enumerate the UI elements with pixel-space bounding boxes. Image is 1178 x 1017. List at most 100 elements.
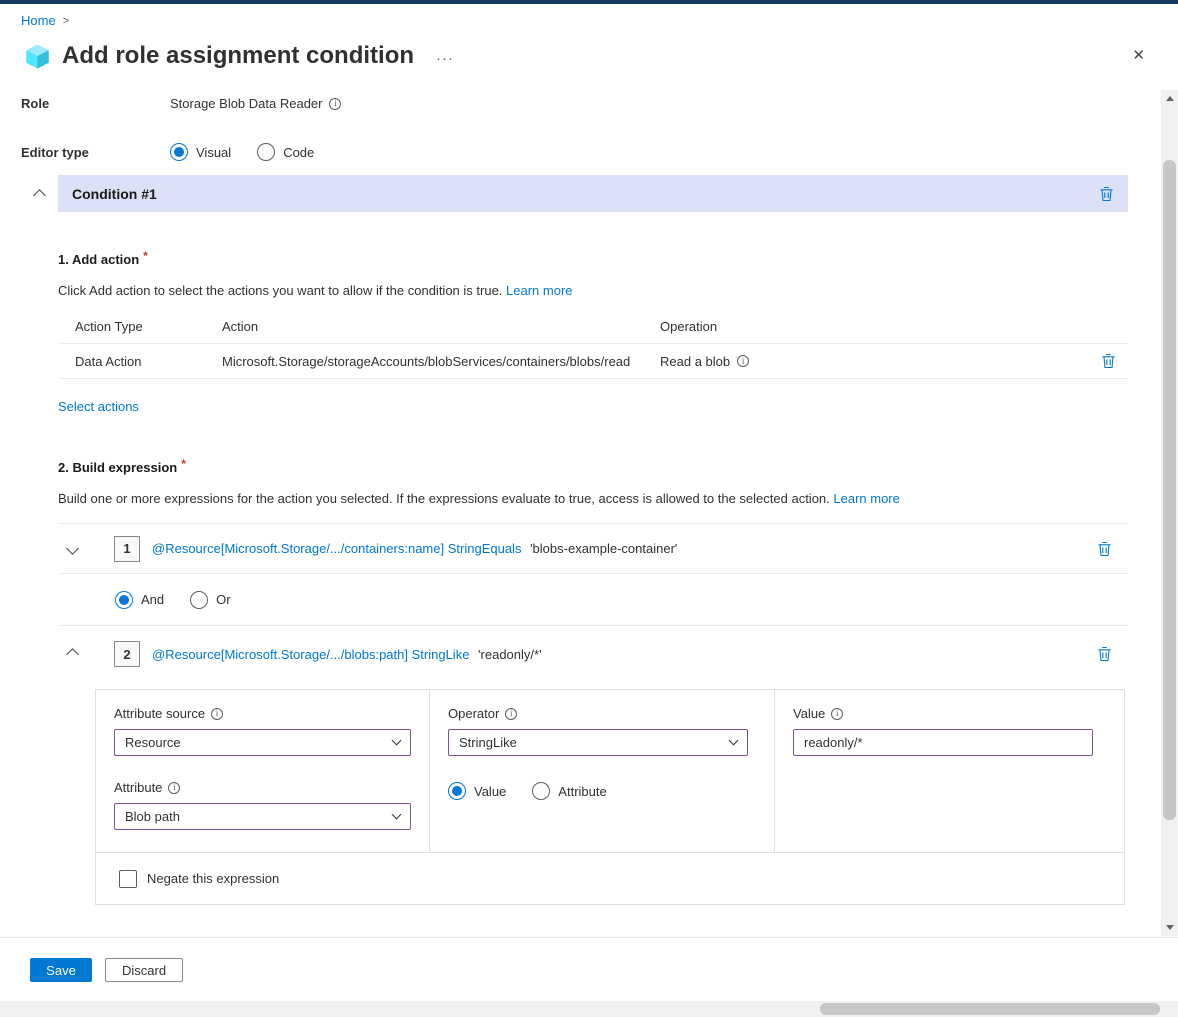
- radio-selected-icon: [170, 143, 188, 161]
- cell-action-type: Data Action: [58, 354, 222, 369]
- logical-operator-row: And Or: [58, 574, 1128, 626]
- editor-type-row: Editor type Visual Code: [21, 143, 1161, 161]
- attribute-source-dropdown[interactable]: Resource: [114, 729, 411, 756]
- info-icon[interactable]: i: [329, 98, 341, 110]
- operator-selected-value: StringLike: [459, 735, 517, 750]
- more-options-button[interactable]: ···: [436, 50, 454, 67]
- value-type-value-radio[interactable]: Value: [448, 782, 506, 800]
- cell-operation: Read a blob i: [660, 354, 1084, 369]
- delete-action-button[interactable]: [1101, 353, 1116, 369]
- chevron-up-icon: [66, 648, 79, 661]
- role-row: Role Storage Blob Data Reader i: [21, 96, 1161, 111]
- close-button[interactable]: ✕: [1132, 46, 1145, 64]
- azure-top-bar: [0, 0, 1178, 4]
- vertical-scrollbar[interactable]: [1161, 90, 1178, 936]
- scroll-down-arrow[interactable]: [1161, 919, 1178, 936]
- build-expression-heading-text: 2. Build expression: [58, 460, 177, 475]
- horizontal-scrollbar-thumb[interactable]: [820, 1003, 1160, 1015]
- expression-1-operator-link[interactable]: StringEquals: [448, 541, 522, 556]
- required-asterisk: *: [181, 457, 186, 471]
- attribute-label-text: Attribute: [114, 780, 162, 795]
- logical-or-radio[interactable]: Or: [190, 591, 230, 609]
- attribute-source-selected-value: Resource: [125, 735, 181, 750]
- negate-expression-row: Negate this expression: [95, 853, 1125, 905]
- attribute-label: Attribute i: [114, 780, 411, 795]
- expression-2-attribute-link[interactable]: @Resource[Microsoft.Storage/.../blobs:pa…: [152, 647, 408, 662]
- editor-type-label: Editor type: [21, 145, 170, 160]
- vertical-scrollbar-thumb[interactable]: [1163, 160, 1176, 820]
- scroll-up-arrow[interactable]: [1161, 90, 1178, 107]
- delete-expression-2-button[interactable]: [1097, 646, 1112, 662]
- trash-icon: [1097, 646, 1112, 662]
- role-label: Role: [21, 96, 170, 111]
- expression-2-operator-link[interactable]: StringLike: [412, 647, 470, 662]
- breadcrumb-separator-icon: >: [63, 15, 69, 27]
- horizontal-scrollbar[interactable]: [0, 1001, 1178, 1017]
- chevron-down-icon: [392, 736, 402, 746]
- delete-condition-button[interactable]: [1099, 186, 1114, 202]
- value-input[interactable]: [793, 729, 1093, 756]
- table-row: Data Action Microsoft.Storage/storageAcc…: [58, 344, 1128, 379]
- build-expression-description: Build one or more expressions for the ac…: [58, 491, 1128, 506]
- trash-icon: [1099, 186, 1114, 202]
- radio-selected-icon: [448, 782, 466, 800]
- operator-cell: Operator i StringLike Value: [430, 689, 775, 853]
- condition-collapse-button[interactable]: [35, 188, 44, 203]
- add-action-description: Click Add action to select the actions y…: [58, 283, 1128, 298]
- operator-dropdown[interactable]: StringLike: [448, 729, 748, 756]
- attribute-dropdown[interactable]: Blob path: [114, 803, 411, 830]
- expression-1-summary: @Resource[Microsoft.Storage/.../containe…: [152, 541, 677, 556]
- negate-expression-checkbox[interactable]: [119, 870, 137, 888]
- expression-2-value: 'readonly/*': [478, 647, 542, 662]
- save-button[interactable]: Save: [30, 958, 92, 982]
- chevron-down-icon: [66, 542, 79, 555]
- add-action-description-text: Click Add action to select the actions y…: [58, 283, 502, 298]
- delete-expression-1-button[interactable]: [1097, 541, 1112, 557]
- condition-cube-icon: [24, 43, 51, 70]
- attribute-source-label-text: Attribute source: [114, 706, 205, 721]
- condition-header[interactable]: Condition #1: [58, 175, 1128, 212]
- add-role-assignment-condition-page: Home > Add role assignment condition ···…: [0, 0, 1178, 1017]
- info-icon[interactable]: i: [831, 708, 843, 720]
- actions-table: Action Type Action Operation Data Action…: [58, 310, 1128, 379]
- expression-row-2: 2 @Resource[Microsoft.Storage/.../blobs:…: [58, 626, 1128, 682]
- add-action-heading: 1. Add action*: [58, 252, 1128, 267]
- value-type-value-label: Value: [474, 784, 506, 799]
- select-actions-link[interactable]: Select actions: [58, 399, 139, 414]
- add-action-heading-text: 1. Add action: [58, 252, 139, 267]
- role-value-text: Storage Blob Data Reader: [170, 96, 322, 111]
- condition-section: Condition #1 1. Add action* Click Add ac…: [58, 175, 1128, 905]
- info-icon[interactable]: i: [168, 782, 180, 794]
- logical-and-label: And: [141, 592, 164, 607]
- logical-or-label: Or: [216, 592, 230, 607]
- expression-1-attribute-link[interactable]: @Resource[Microsoft.Storage/.../containe…: [152, 541, 444, 556]
- attribute-source-label: Attribute source i: [114, 706, 411, 721]
- editor-type-visual-label: Visual: [196, 145, 231, 160]
- logical-and-radio[interactable]: And: [115, 591, 164, 609]
- build-expression-learn-more-link[interactable]: Learn more: [833, 491, 899, 506]
- expression-1-expand-button[interactable]: [68, 541, 84, 556]
- column-header-action-type: Action Type: [58, 319, 222, 334]
- editor-type-visual-radio[interactable]: Visual: [170, 143, 231, 161]
- add-action-learn-more-link[interactable]: Learn more: [506, 283, 572, 298]
- chevron-down-icon: [392, 810, 402, 820]
- build-expression-description-text: Build one or more expressions for the ac…: [58, 491, 830, 506]
- discard-button[interactable]: Discard: [105, 958, 183, 982]
- radio-selected-icon: [115, 591, 133, 609]
- value-type-attribute-radio[interactable]: Attribute: [532, 782, 606, 800]
- info-icon[interactable]: i: [505, 708, 517, 720]
- breadcrumb-home-link[interactable]: Home: [21, 13, 56, 28]
- expression-2-collapse-button[interactable]: [68, 647, 84, 662]
- expression-2-summary: @Resource[Microsoft.Storage/.../blobs:pa…: [152, 647, 542, 662]
- build-expression-heading: 2. Build expression *: [58, 460, 1128, 475]
- radio-unselected-icon: [190, 591, 208, 609]
- info-icon[interactable]: i: [211, 708, 223, 720]
- attribute-selected-value: Blob path: [125, 809, 180, 824]
- arrow-up-icon: [1166, 96, 1174, 101]
- expression-row-1: 1 @Resource[Microsoft.Storage/.../contai…: [58, 524, 1128, 574]
- negate-expression-label: Negate this expression: [147, 871, 279, 886]
- info-icon[interactable]: i: [737, 355, 749, 367]
- expression-2-number: 2: [114, 641, 140, 667]
- role-value: Storage Blob Data Reader i: [170, 96, 341, 111]
- editor-type-code-radio[interactable]: Code: [257, 143, 314, 161]
